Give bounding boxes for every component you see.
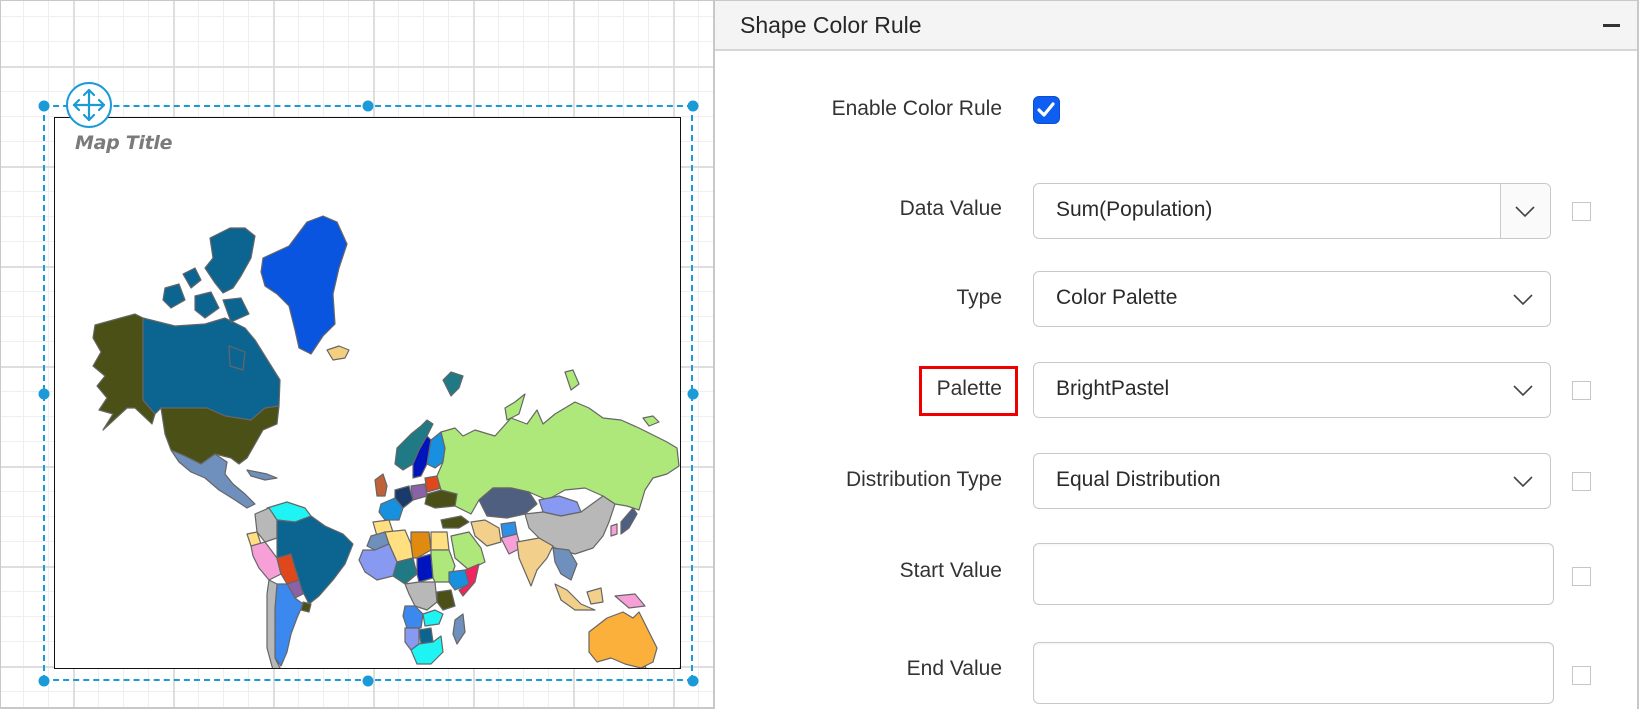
data-value-dropdown-button[interactable] xyxy=(1500,184,1550,238)
map-region-turkey xyxy=(440,515,470,529)
resize-handle-top-left[interactable] xyxy=(38,100,50,112)
start-value-label: Start Value xyxy=(899,559,1002,582)
shape-color-rule-panel: Shape Color Rule Enable Color Rule Data … xyxy=(713,0,1639,709)
resize-handle-top-center[interactable] xyxy=(362,100,374,112)
map-region-cuba-caribbean xyxy=(246,469,278,481)
chevron-down-icon xyxy=(1513,385,1533,397)
map-region-indonesia xyxy=(554,583,604,611)
design-canvas[interactable]: Map Title xyxy=(0,0,714,709)
map-report-item[interactable]: Map Title xyxy=(54,117,681,669)
enable-color-rule-label: Enable Color Rule xyxy=(831,97,1002,120)
minus-icon[interactable] xyxy=(1599,13,1625,39)
map-region-west-africa-mali xyxy=(358,543,398,581)
map-region-canada xyxy=(142,317,281,421)
enable-color-rule-checkbox[interactable] xyxy=(1033,96,1060,124)
resize-handle-middle-right[interactable] xyxy=(687,388,699,400)
data-value-dropdown[interactable]: Sum(Population) xyxy=(1033,183,1551,239)
map-region-chad xyxy=(416,553,434,583)
data-value-expression-checkbox[interactable] xyxy=(1572,202,1591,221)
resize-handle-bottom-right[interactable] xyxy=(687,675,699,687)
end-value-field[interactable] xyxy=(1033,642,1554,704)
resize-handle-bottom-center[interactable] xyxy=(362,675,374,687)
end-value-label: End Value xyxy=(906,657,1002,680)
palette-label: Palette xyxy=(936,377,1002,400)
data-value-label: Data Value xyxy=(899,197,1002,220)
map-region-iceland xyxy=(326,345,350,361)
start-value-expression-checkbox[interactable] xyxy=(1572,567,1591,586)
end-value-expression-checkbox[interactable] xyxy=(1572,666,1591,685)
map-region-korea xyxy=(610,523,618,537)
palette-selected: BrightPastel xyxy=(1056,377,1170,400)
checkmark-icon xyxy=(1037,102,1055,117)
start-value-field[interactable] xyxy=(1033,543,1554,605)
map-region-egypt xyxy=(430,531,450,551)
type-selected: Color Palette xyxy=(1056,286,1178,309)
map-region-angola xyxy=(402,605,424,629)
map-region-svalbard xyxy=(442,371,464,397)
type-label: Type xyxy=(956,286,1002,309)
map-region-papua-new-guinea xyxy=(614,593,646,609)
map-region-tanzania xyxy=(436,589,456,611)
map-region-novaya-zemlya xyxy=(504,393,526,421)
resize-handle-bottom-left[interactable] xyxy=(38,675,50,687)
world-map xyxy=(92,215,680,668)
palette-expression-checkbox[interactable] xyxy=(1572,381,1591,400)
map-region-japan xyxy=(620,507,638,535)
distribution-type-selected: Equal Distribution xyxy=(1056,468,1221,491)
map-region-botswana xyxy=(418,627,434,645)
end-value-input[interactable] xyxy=(1034,643,1553,703)
map-region-poland xyxy=(410,483,428,501)
palette-dropdown[interactable]: BrightPastel xyxy=(1033,362,1551,418)
distribution-type-label: Distribution Type xyxy=(845,468,1002,491)
distribution-type-expression-checkbox[interactable] xyxy=(1572,472,1591,491)
data-value-selected: Sum(Population) xyxy=(1056,198,1213,221)
resize-handle-middle-left[interactable] xyxy=(38,388,50,400)
map-region-uk xyxy=(374,473,388,497)
map-region-greenland xyxy=(260,215,348,355)
start-value-input[interactable] xyxy=(1034,544,1553,604)
map-region-australia xyxy=(588,611,658,668)
map-region-india xyxy=(516,537,554,587)
map-region-canada-arctic-islands xyxy=(162,227,256,323)
resize-handle-top-right[interactable] xyxy=(687,100,699,112)
map-region-madagascar xyxy=(452,613,466,645)
chevron-down-icon xyxy=(1515,206,1535,218)
panel-title: Shape Color Rule xyxy=(740,12,922,38)
map-region-niger xyxy=(392,557,418,585)
panel-header: Shape Color Rule xyxy=(715,1,1637,51)
move-handle[interactable] xyxy=(66,82,112,128)
map-title[interactable]: Map Title xyxy=(75,132,173,154)
chevron-down-icon xyxy=(1513,476,1533,488)
move-arrows-icon xyxy=(72,88,106,122)
distribution-type-dropdown[interactable]: Equal Distribution xyxy=(1033,453,1551,509)
map-region-libya xyxy=(410,531,432,559)
map-region-new-zealand xyxy=(679,666,680,668)
type-dropdown[interactable]: Color Palette xyxy=(1033,271,1551,327)
chevron-down-icon xyxy=(1513,294,1533,306)
map-region-zambia xyxy=(422,609,444,627)
